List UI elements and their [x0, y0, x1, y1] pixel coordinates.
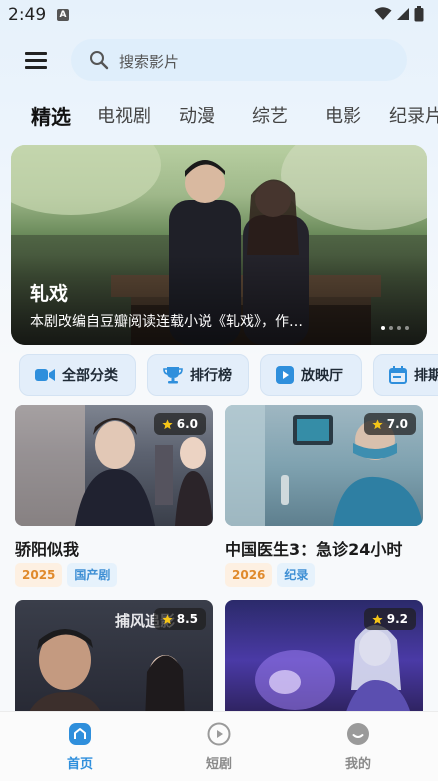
all-categories-button[interactable]: 全部分类 [19, 354, 136, 396]
banner-dot[interactable] [389, 326, 393, 330]
menu-icon[interactable] [25, 52, 47, 70]
home-icon [69, 723, 91, 745]
tab-tv-series[interactable]: 电视剧 [97, 102, 151, 128]
banner-title: 轧戏 [30, 283, 69, 305]
star-icon [372, 613, 383, 624]
nav-short-drama[interactable]: 短剧 [179, 722, 259, 772]
rating-badge: 6.0 [153, 413, 206, 435]
schedule-button[interactable]: 排期 [373, 354, 438, 396]
play-circle-icon [207, 722, 231, 746]
signal-icon [397, 8, 409, 20]
poster-image: 捕风追影 8.5 [15, 600, 213, 721]
status-icons [374, 6, 424, 22]
tab-variety[interactable]: 综艺 [252, 102, 288, 128]
search-icon [90, 51, 109, 70]
rating-badge: 9.2 [363, 608, 416, 630]
play-icon [276, 366, 294, 384]
banner-description: 本剧改编自豆瓣阅读连载小说《轧戏》，作… [30, 314, 303, 330]
nav-profile-label: 我的 [344, 757, 371, 772]
search-input[interactable]: 搜索影片 [71, 39, 407, 81]
year-tag: 2025 [15, 563, 63, 587]
video-camera-icon [35, 369, 55, 381]
rankings-button[interactable]: 排行榜 [147, 354, 249, 396]
rating-badge: 7.0 [363, 413, 416, 435]
schedule-label: 排期 [414, 368, 438, 384]
poster-image: 7.0 [225, 405, 423, 526]
screening-room-label: 放映厅 [301, 368, 343, 384]
featured-banner[interactable]: 轧戏 本剧改编自豆瓣阅读连载小说《轧戏》，作… [11, 145, 427, 345]
card-title: 中国医生3：急诊24小时 [225, 540, 403, 559]
banner-pagination [381, 326, 409, 330]
status-time: 2:49 [8, 5, 47, 25]
poster-image: 6.0 [15, 405, 213, 526]
banner-shade [11, 255, 427, 345]
card-tags: 2025 国产剧 [15, 563, 118, 587]
poster-image: 9.2 [225, 600, 423, 721]
star-icon [162, 613, 173, 624]
rating-value: 9.2 [386, 612, 408, 626]
card-tags: 2026 纪录 [225, 563, 316, 587]
banner-dot[interactable] [381, 326, 385, 330]
calendar-icon [389, 366, 407, 384]
bottom-nav: 首页 短剧 我的 [0, 711, 438, 781]
wifi-icon [374, 7, 392, 20]
top-bar: 搜索影片 [0, 38, 438, 82]
quick-links: 全部分类 排行榜 放映厅 排期 [0, 354, 438, 396]
rating-value: 7.0 [386, 417, 408, 431]
search-placeholder: 搜索影片 [119, 53, 180, 71]
genre-tag: 国产剧 [67, 563, 118, 587]
trophy-icon [163, 367, 183, 384]
status-bar: 2:49 A [0, 0, 438, 32]
genre-tag: 纪录 [277, 563, 316, 587]
notification-icon: A [57, 9, 69, 21]
battery-icon [414, 6, 424, 22]
rating-badge: 8.5 [153, 608, 206, 630]
rankings-label: 排行榜 [190, 368, 232, 384]
nav-home[interactable]: 首页 [40, 722, 120, 772]
tab-anime[interactable]: 动漫 [179, 102, 215, 128]
rating-value: 8.5 [176, 612, 198, 626]
tab-movies[interactable]: 电影 [325, 102, 361, 128]
nav-short-drama-label: 短剧 [205, 757, 232, 772]
screening-room-button[interactable]: 放映厅 [260, 354, 362, 396]
banner-dot[interactable] [405, 326, 409, 330]
year-tag: 2026 [225, 563, 273, 587]
star-icon [372, 418, 383, 429]
rating-value: 6.0 [176, 417, 198, 431]
all-categories-label: 全部分类 [62, 368, 118, 384]
tab-featured[interactable]: 精选 [31, 101, 71, 130]
banner-dot[interactable] [397, 326, 401, 330]
nav-home-label: 首页 [66, 757, 93, 772]
card-title: 骄阳似我 [15, 540, 80, 559]
star-icon [162, 418, 173, 429]
tab-documentary[interactable]: 纪录片 [389, 102, 438, 128]
nav-profile[interactable]: 我的 [318, 722, 398, 772]
smile-icon [347, 723, 369, 745]
category-tabs: 精选 电视剧 动漫 综艺 电影 纪录片 [0, 102, 438, 132]
